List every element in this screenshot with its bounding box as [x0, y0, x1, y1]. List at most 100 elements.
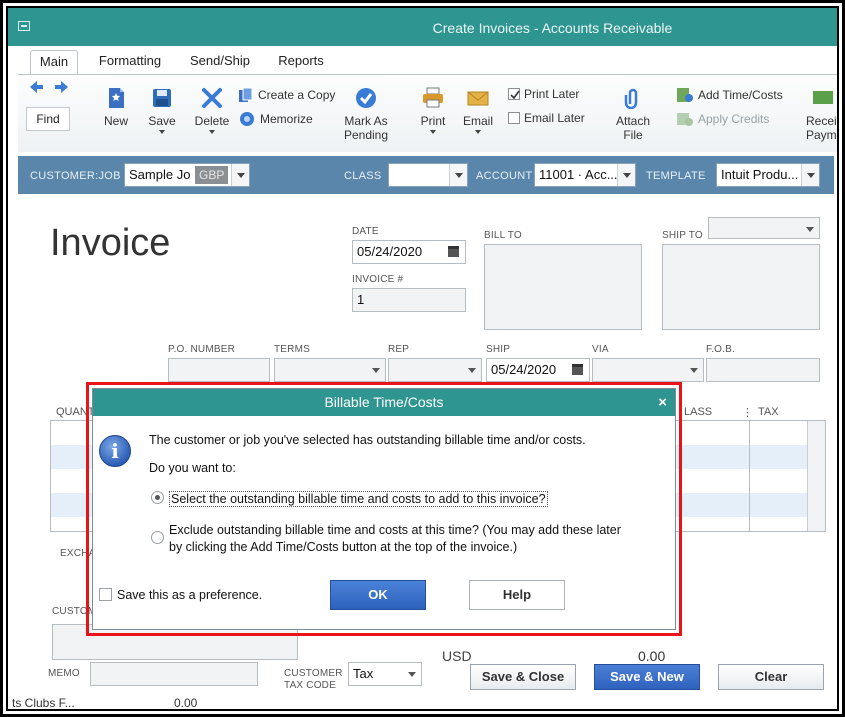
save-button[interactable]: Save — [144, 87, 180, 134]
ship-to-field[interactable] — [662, 244, 820, 330]
print-later-label: Print Later — [524, 87, 580, 101]
help-button[interactable]: Help — [469, 580, 565, 610]
window-title: Create Invoices - Accounts Receivable — [432, 20, 673, 36]
class-select[interactable] — [388, 163, 468, 187]
chevron-down-icon[interactable] — [231, 164, 249, 186]
print-later-check-icon — [508, 88, 520, 100]
terms-select[interactable] — [274, 358, 386, 382]
create-copy-button[interactable]: Create a Copy — [238, 87, 335, 103]
attach-file-button[interactable]: Attach File — [614, 87, 652, 142]
find-button[interactable]: Find — [26, 107, 70, 131]
memorize-button[interactable]: Memorize — [238, 111, 313, 127]
invoice-number-value: 1 — [357, 292, 365, 307]
dialog-message: The customer or job you've selected has … — [149, 433, 586, 447]
create-copy-label: Create a Copy — [258, 88, 336, 102]
save-preference-checkbox[interactable] — [99, 588, 112, 601]
print-later-checkbox[interactable]: Print Later — [508, 87, 579, 101]
print-dropdown-icon[interactable] — [430, 130, 436, 134]
chevron-down-icon[interactable] — [685, 359, 703, 381]
x-delete-icon — [202, 88, 222, 108]
chevron-down-icon[interactable] — [367, 359, 385, 381]
chevron-down-icon[interactable] — [463, 359, 481, 381]
window-titlebar: Create Invoices - Accounts Receivable — [8, 8, 837, 46]
save-dropdown-icon[interactable] — [159, 130, 165, 134]
apply-credits-button[interactable]: Apply Credits — [676, 111, 769, 127]
date-field[interactable]: 05/24/2020 — [352, 240, 466, 264]
customer-tax-code-select[interactable]: Tax — [348, 662, 422, 686]
option-select-label[interactable]: Select the outstanding billable time and… — [169, 491, 548, 507]
save-preference-label[interactable]: Save this as a preference. — [117, 588, 262, 602]
envelope-icon — [467, 91, 489, 106]
ok-button[interactable]: OK — [330, 580, 426, 610]
ship-date-value: 05/24/2020 — [491, 362, 557, 377]
floppy-disk-icon — [153, 89, 171, 107]
mark-as-pending-button[interactable]: Mark As Pending — [340, 87, 392, 142]
chevron-down-icon[interactable] — [801, 218, 819, 240]
ribbon-toolbar: Find New Save Delete Create a Copy Memor… — [18, 74, 837, 152]
template-value: Intuit Produ... — [721, 167, 799, 182]
option-exclude-label-1[interactable]: Exclude outstanding billable time and co… — [169, 523, 621, 537]
save-new-button[interactable]: Save & New — [594, 664, 700, 690]
tab-send-ship[interactable]: Send/Ship — [186, 50, 254, 75]
chevron-down-icon[interactable] — [617, 164, 635, 186]
invoice-number-field[interactable]: 1 — [352, 288, 466, 312]
close-icon[interactable]: × — [658, 389, 667, 416]
date-value: 05/24/2020 — [357, 244, 423, 259]
col-header-tax-separator: ⋮ — [742, 407, 753, 419]
bill-to-field[interactable] — [484, 244, 642, 330]
customer-bar: CUSTOMER:JOB Sample Jo GBP CLASS ACCOUNT… — [18, 156, 834, 194]
via-select[interactable] — [592, 358, 704, 382]
add-time-costs-button[interactable]: Add Time/Costs — [676, 87, 783, 103]
delete-label: Delete — [194, 114, 230, 128]
delete-dropdown-icon[interactable] — [209, 130, 215, 134]
customer-job-label: CUSTOMER:JOB — [30, 170, 121, 182]
vertical-scrollbar[interactable] — [807, 421, 825, 531]
memo-field[interactable] — [90, 662, 258, 686]
chevron-down-icon[interactable] — [403, 663, 421, 685]
option-exclude-radio[interactable] — [151, 531, 164, 544]
chevron-down-icon[interactable] — [801, 164, 819, 186]
calendar-icon[interactable] — [448, 246, 459, 257]
email-dropdown-icon[interactable] — [475, 130, 481, 134]
email-button[interactable]: Email — [460, 87, 496, 134]
calendar-icon[interactable] — [572, 364, 583, 375]
save-label: Save — [148, 114, 176, 128]
delete-button[interactable]: Delete — [192, 87, 232, 134]
po-number-field[interactable] — [168, 358, 270, 382]
tab-formatting[interactable]: Formatting — [96, 50, 164, 75]
fob-field[interactable] — [706, 358, 820, 382]
receive-payments-button[interactable]: Recei Payme — [800, 87, 837, 142]
customer-tax-code-label: CUSTOMER TAX CODE — [284, 668, 343, 691]
option-select-radio[interactable] — [151, 491, 164, 504]
email-later-checkbox[interactable]: Email Later — [508, 111, 585, 125]
check-circle-icon — [356, 88, 376, 108]
arrow-left-icon[interactable] — [28, 79, 72, 95]
ship-date-field[interactable]: 05/24/2020 — [486, 358, 590, 382]
copy-icon — [239, 87, 253, 102]
template-select[interactable]: Intuit Produ... — [716, 163, 820, 187]
bill-to-label: BILL TO — [484, 230, 522, 241]
invoice-heading: Invoice — [50, 222, 171, 264]
template-label: TEMPLATE — [646, 170, 706, 182]
customer-job-value: Sample Jo — [129, 167, 191, 182]
account-select[interactable]: 11001 · Acc... — [534, 163, 636, 187]
clear-button[interactable]: Clear — [718, 664, 824, 690]
tab-main[interactable]: Main — [30, 50, 78, 75]
account-label: ACCOUNT — [476, 170, 533, 182]
dialog-question: Do you want to: — [149, 461, 236, 475]
memorize-label: Memorize — [260, 112, 313, 126]
apply-credits-label: Apply Credits — [698, 112, 770, 126]
chevron-down-icon[interactable] — [449, 164, 467, 186]
new-button[interactable]: New — [98, 87, 134, 128]
customer-job-select[interactable]: Sample Jo GBP — [124, 163, 250, 187]
email-later-label: Email Later — [524, 111, 585, 125]
option-exclude-label-2[interactable]: by clicking the Add Time/Costs button at… — [169, 540, 517, 554]
rep-select[interactable] — [388, 358, 482, 382]
attach-file-label: Attach File — [615, 114, 651, 142]
ship-to-select[interactable] — [708, 217, 820, 239]
print-label: Print — [420, 114, 446, 128]
print-button[interactable]: Print — [416, 87, 450, 134]
column-divider — [749, 421, 750, 531]
save-close-button[interactable]: Save & Close — [470, 664, 576, 690]
tab-reports[interactable]: Reports — [274, 50, 328, 75]
